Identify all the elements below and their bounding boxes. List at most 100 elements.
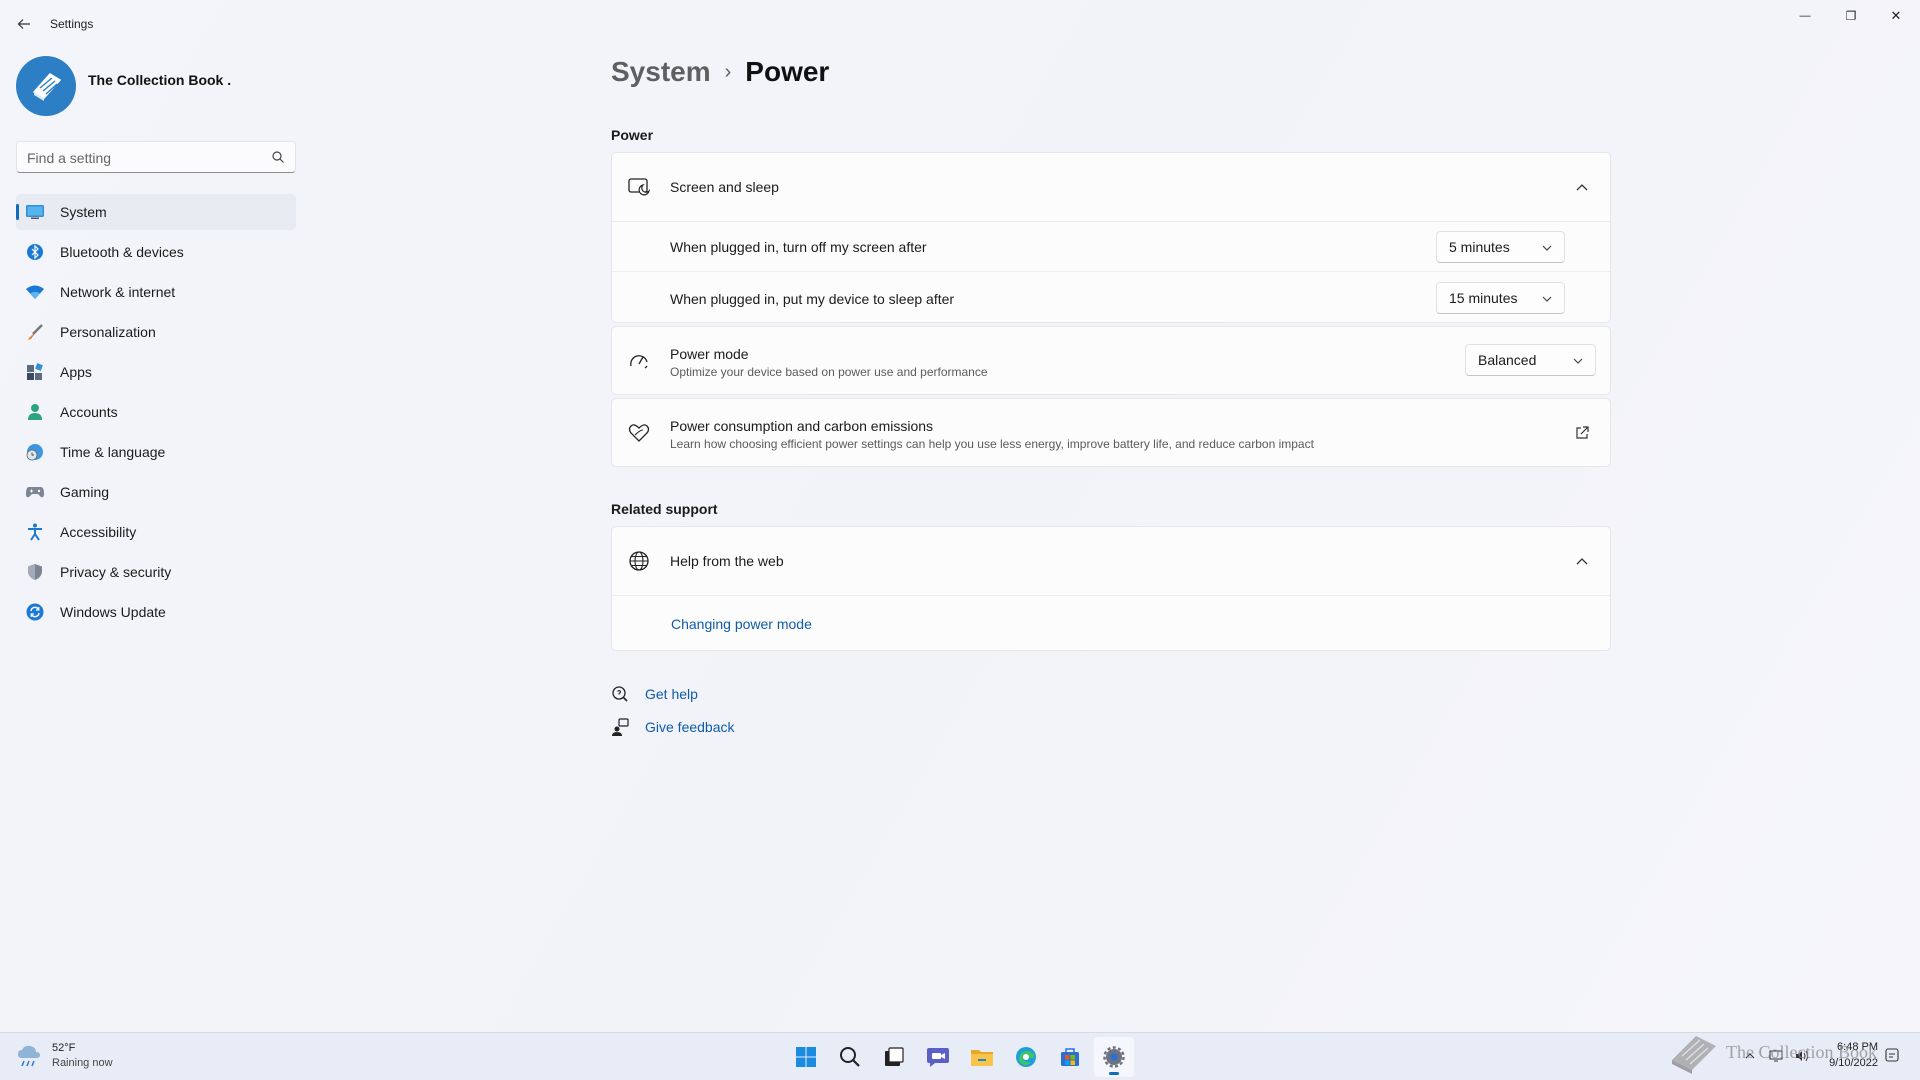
screen-sleep-card: Screen and sleep When plugged in, turn o… <box>611 152 1611 323</box>
sidebar-nav: System Bluetooth & devices Network & int… <box>16 194 296 634</box>
help-web-header[interactable]: Help from the web <box>612 527 1610 595</box>
rain-cloud-icon <box>18 1045 40 1067</box>
notification-icon[interactable] <box>1884 1047 1900 1065</box>
person-icon <box>26 403 44 421</box>
sidebar-item-personalization[interactable]: Personalization <box>16 314 296 350</box>
sidebar-item-label: Apps <box>60 364 92 380</box>
sidebar-item-label: Personalization <box>60 324 156 340</box>
page-title: Power <box>745 56 830 87</box>
teams-chat-button[interactable] <box>918 1037 958 1077</box>
taskbar-search-button[interactable] <box>830 1037 870 1077</box>
back-arrow-icon <box>17 19 30 29</box>
weather-temp: 52°F <box>52 1042 76 1054</box>
minimize-button[interactable]: — <box>1787 6 1823 26</box>
task-view-button[interactable] <box>874 1037 914 1077</box>
power-mode-card: Power mode Optimize your device based on… <box>611 326 1611 395</box>
chevron-up-icon[interactable] <box>1574 179 1590 195</box>
divider <box>612 221 1610 222</box>
power-mode-gauge-icon <box>628 350 650 372</box>
power-mode-title: Power mode <box>670 346 749 362</box>
profile-name: The Collection Book . <box>88 72 232 88</box>
screen-sleep-header[interactable]: Screen and sleep <box>612 153 1610 221</box>
sidebar-item-label: Network & internet <box>60 284 176 300</box>
sidebar-item-apps[interactable]: Apps <box>16 354 296 390</box>
give-feedback-row[interactable]: Give feedback <box>611 717 735 737</box>
power-mode-dropdown[interactable]: Balanced <box>1465 344 1596 376</box>
sidebar-item-label: Gaming <box>60 484 110 500</box>
edge-icon <box>1016 1047 1036 1067</box>
book-logo-icon <box>32 73 62 101</box>
changing-power-mode-link[interactable]: Changing power mode <box>671 616 812 632</box>
file-explorer-icon <box>971 1050 993 1066</box>
maximize-button[interactable]: ❐ <box>1833 6 1869 26</box>
weather-condition: Raining now <box>52 1057 113 1069</box>
watermark: The Collection Book <box>1668 1028 1877 1076</box>
start-button[interactable] <box>786 1037 826 1077</box>
screen-off-value: 5 minutes <box>1449 239 1510 255</box>
edge-button[interactable] <box>1006 1037 1046 1077</box>
chevron-up-icon[interactable] <box>1574 553 1590 569</box>
bluetooth-icon <box>26 243 44 261</box>
sidebar-item-network[interactable]: Network & internet <box>16 274 296 310</box>
divider <box>612 271 1610 272</box>
search-icon <box>272 151 284 163</box>
settings-button[interactable] <box>1094 1037 1134 1077</box>
sleep-label: When plugged in, put my device to sleep … <box>670 291 955 307</box>
carbon-emissions-card[interactable]: Power consumption and carbon emissions L… <box>611 398 1611 467</box>
system-display-icon <box>26 203 44 221</box>
power-mode-value: Balanced <box>1478 352 1537 368</box>
file-explorer-button[interactable] <box>962 1037 1002 1077</box>
sidebar-item-accounts[interactable]: Accounts <box>16 394 296 430</box>
sidebar-item-label: Accessibility <box>60 524 137 540</box>
sleep-dropdown[interactable]: 15 minutes <box>1436 282 1565 314</box>
breadcrumb-parent-link[interactable]: System <box>611 56 711 88</box>
update-icon <box>26 603 44 621</box>
sidebar-item-gaming[interactable]: Gaming <box>16 474 296 510</box>
breadcrumb: System › Power <box>611 56 829 88</box>
book-watermark-icon <box>1672 1036 1716 1074</box>
divider <box>612 595 1610 596</box>
search-icon <box>840 1047 860 1067</box>
give-feedback-link[interactable]: Give feedback <box>645 719 735 735</box>
screen-sleep-title: Screen and sleep <box>670 179 779 195</box>
chevron-down-icon <box>1542 245 1552 251</box>
sidebar-item-label: Accounts <box>60 404 118 420</box>
help-web-title: Help from the web <box>670 553 784 569</box>
chevron-down-icon <box>1573 358 1583 364</box>
feedback-icon <box>611 718 629 736</box>
leaf-heart-icon <box>628 422 650 444</box>
breadcrumb-separator: › <box>724 60 732 83</box>
sidebar-item-system[interactable]: System <box>16 194 296 230</box>
search-box[interactable] <box>16 141 296 173</box>
globe-clock-icon <box>26 443 44 461</box>
back-button[interactable] <box>12 12 36 36</box>
avatar[interactable] <box>16 56 76 116</box>
watermark-text: The Collection Book <box>1726 1041 1877 1062</box>
sidebar-item-label: Bluetooth & devices <box>60 244 184 260</box>
get-help-link[interactable]: Get help <box>645 686 698 702</box>
taskbar-apps <box>786 1037 1138 1077</box>
wifi-icon <box>26 283 44 301</box>
get-help-row[interactable]: Get help <box>611 684 698 704</box>
controller-icon <box>26 483 44 501</box>
chevron-down-icon <box>1542 296 1552 302</box>
screen-off-dropdown[interactable]: 5 minutes <box>1436 231 1565 263</box>
carbon-title: Power consumption and carbon emissions <box>670 418 934 434</box>
sidebar-item-time-language[interactable]: Time & language <box>16 434 296 470</box>
search-input[interactable] <box>27 148 267 168</box>
settings-icon <box>1103 1046 1125 1068</box>
brush-icon <box>26 323 44 341</box>
external-link-icon[interactable] <box>1574 425 1590 441</box>
sidebar-item-bluetooth[interactable]: Bluetooth & devices <box>16 234 296 270</box>
sidebar-item-privacy[interactable]: Privacy & security <box>16 554 296 590</box>
close-button[interactable]: ✕ <box>1878 6 1914 26</box>
sidebar-item-label: Time & language <box>60 444 166 460</box>
sleep-value: 15 minutes <box>1449 290 1518 306</box>
weather-widget[interactable]: 52°F Raining now <box>16 1041 113 1071</box>
sidebar-item-windows-update[interactable]: Windows Update <box>16 594 296 630</box>
help-web-card: Help from the web Changing power mode <box>611 526 1611 651</box>
globe-icon <box>628 550 650 572</box>
sidebar-item-accessibility[interactable]: Accessibility <box>16 514 296 550</box>
store-button[interactable] <box>1050 1037 1090 1077</box>
get-help-icon <box>611 685 629 703</box>
